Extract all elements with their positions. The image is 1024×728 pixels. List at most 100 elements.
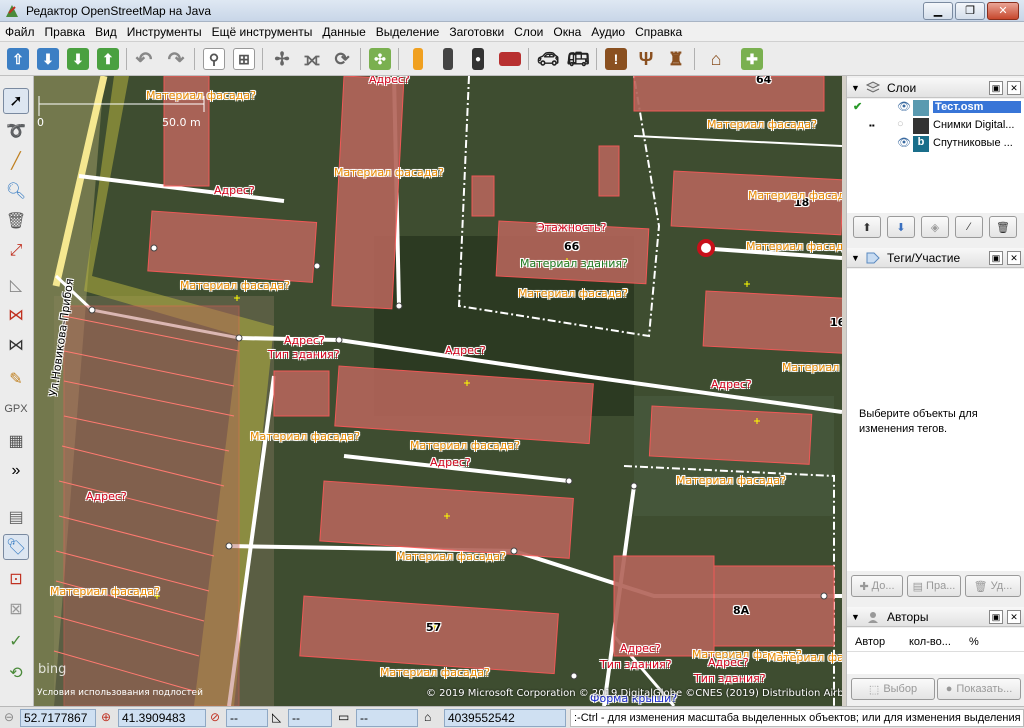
gpx-icon[interactable]: GPX (3, 396, 29, 422)
gps-icon[interactable]: ✚ (738, 45, 766, 73)
panel-close-icon[interactable]: ✕ (1007, 81, 1021, 95)
eye-icon[interactable]: ○ (897, 118, 904, 130)
move-down-icon[interactable]: ⬇ (887, 216, 915, 238)
imagery-icon[interactable]: ▦ (3, 428, 29, 454)
select-icon[interactable]: ➚ (3, 88, 29, 114)
map-label: Материал фасада? (676, 474, 786, 487)
window-title: Редактор OpenStreetMap на Java (26, 4, 212, 18)
maximize-button[interactable]: ❐ (955, 2, 985, 20)
download-data-icon[interactable]: ⬇ (64, 45, 92, 73)
upload-icon[interactable]: ⬆ (94, 45, 122, 73)
layers-panel-header[interactable]: ▼ Слои ▣ ✕ (847, 78, 1024, 98)
map-label: 64 (756, 76, 772, 86)
col-percent[interactable]: % (969, 636, 979, 648)
authors-table-header: Автор кол-во... % (847, 632, 1024, 652)
panel-close-icon[interactable]: ✕ (1007, 610, 1021, 624)
merge-layers-icon[interactable]: ◈ (921, 216, 949, 238)
zoom-icon[interactable]: 🔍︎ (3, 178, 29, 204)
align-icon[interactable]: ⋈ (3, 332, 29, 358)
layer-row[interactable]: ✔ 👁︎ Тест.osm (847, 99, 1024, 117)
split-icon[interactable]: ⤢ (3, 238, 29, 264)
castle-icon[interactable]: ♜ (662, 45, 690, 73)
close-button[interactable]: ✕ (987, 2, 1019, 20)
undo-icon[interactable]: ↶ (130, 45, 158, 73)
delete-layer-icon[interactable]: 🗑︎ (989, 216, 1017, 238)
edit-tag-button[interactable]: ▤ Пра... (907, 575, 961, 597)
road-marked-icon[interactable] (434, 45, 462, 73)
more-icon[interactable]: » (3, 458, 29, 484)
menu-selection[interactable]: Выделение (371, 22, 445, 39)
collapse-icon[interactable]: ▼ (851, 253, 860, 263)
menu-edit[interactable]: Правка (40, 22, 91, 39)
layers-toggle-icon[interactable]: ▤ (3, 504, 29, 530)
authors-panel-header[interactable]: ▼ Авторы ▣ ✕ (847, 607, 1024, 627)
add-tag-button[interactable]: ✚ До... (851, 575, 903, 597)
car-icon[interactable]: 🚗︎ (534, 45, 562, 73)
move-up-icon[interactable]: ⬆ (853, 216, 881, 238)
parallel-icon[interactable]: ◺ (3, 272, 29, 298)
col-count[interactable]: кол-во... (909, 636, 951, 648)
menu-windows[interactable]: Окна (548, 22, 586, 39)
simplify-icon[interactable]: ✢ (268, 45, 296, 73)
panel-detach-icon[interactable]: ▣ (989, 251, 1003, 265)
road-icon[interactable] (404, 45, 432, 73)
layer-row[interactable]: 👁︎ b Спутниковые ... (847, 135, 1024, 153)
preferences-icon[interactable]: ⚲ (200, 45, 228, 73)
delete-tag-label: Уд... (990, 580, 1013, 592)
menu-more-tools[interactable]: Ещё инструменты (207, 22, 318, 39)
panel-detach-icon[interactable]: ▣ (989, 81, 1003, 95)
layer-row[interactable]: ▪▪ ○ Снимки Digital... (847, 117, 1024, 135)
lat-icon: ⊖ (4, 710, 15, 724)
open-icon[interactable]: ⇧ (4, 45, 32, 73)
tags-panel-header[interactable]: ▼ Теги/Участие ▣ ✕ (847, 248, 1024, 268)
eye-icon[interactable]: 👁︎ (897, 136, 911, 149)
redo-icon[interactable]: ↷ (162, 45, 190, 73)
validate-icon[interactable]: ✣ (366, 45, 394, 73)
measure-icon[interactable]: ⋈ (3, 302, 29, 328)
selection-icon[interactable]: ⊠ (3, 596, 29, 622)
map-label: Материал фасада? (518, 287, 628, 300)
wireframe-icon[interactable]: ⊞ (230, 45, 258, 73)
minimize-button[interactable]: ▁ (923, 2, 953, 20)
pencil-icon[interactable]: ✎ (3, 366, 29, 392)
panel-close-icon[interactable]: ✕ (1007, 251, 1021, 265)
heading-icon: ⊘ (210, 710, 221, 724)
layer-settings-icon[interactable]: ⁄ (955, 216, 983, 238)
menu-tools[interactable]: Инструменты (122, 22, 207, 39)
restaurant-icon[interactable]: Ψ (632, 45, 660, 73)
lasso-icon[interactable]: ➰ (3, 118, 29, 144)
delete-icon[interactable]: 🗑︎ (3, 208, 29, 234)
alert-icon[interactable]: ! (602, 45, 630, 73)
wall-icon[interactable] (496, 45, 524, 73)
history-icon[interactable]: ⟲ (3, 660, 29, 686)
download-icon[interactable]: ⬇ (34, 45, 62, 73)
traffic-light-icon[interactable]: ● (464, 45, 492, 73)
relation-icon[interactable]: ⊡ (3, 566, 29, 592)
menu-view[interactable]: Вид (90, 22, 122, 39)
validation-icon[interactable]: ✓ (3, 628, 29, 654)
menu-help[interactable]: Справка (630, 22, 687, 39)
eye-icon[interactable]: 👁︎ (897, 100, 911, 113)
refresh-icon[interactable]: ⟳ (328, 45, 356, 73)
menu-layers[interactable]: Слои (509, 22, 548, 39)
collapse-icon[interactable]: ▼ (851, 83, 860, 93)
menu-data[interactable]: Данные (317, 22, 370, 39)
combine-icon[interactable]: ⟗ (298, 45, 326, 73)
terms-link[interactable]: Условия использования подлостей (37, 688, 203, 698)
menu-file[interactable]: Файл (0, 22, 40, 39)
show-author-button[interactable]: ● Показать... (937, 678, 1021, 700)
factory-icon[interactable]: ⌂ (702, 45, 730, 73)
draw-icon[interactable]: ╱ (3, 148, 29, 174)
map-view[interactable]: 0 50.0 m Ул.Новикова-Прибоя Материал фас… (34, 76, 842, 706)
col-author[interactable]: Автор (855, 636, 885, 648)
menu-bar: Файл Правка Вид Инструменты Ещё инструменты Д… (0, 22, 1024, 42)
panel-detach-icon[interactable]: ▣ (989, 610, 1003, 624)
help-text: :-Ctrl - для изменения масштаба выделенн… (570, 709, 1024, 727)
select-author-button[interactable]: ⬚ Выбор (851, 678, 935, 700)
delete-tag-button[interactable]: 🗑︎ Уд... (965, 575, 1021, 597)
collapse-icon[interactable]: ▼ (851, 612, 860, 622)
menu-audio[interactable]: Аудио (586, 22, 630, 39)
bus-icon[interactable]: 🚌︎ (564, 45, 592, 73)
menu-presets[interactable]: Заготовки (444, 22, 509, 39)
tags-toggle-icon[interactable]: 🏷︎ (3, 534, 29, 560)
